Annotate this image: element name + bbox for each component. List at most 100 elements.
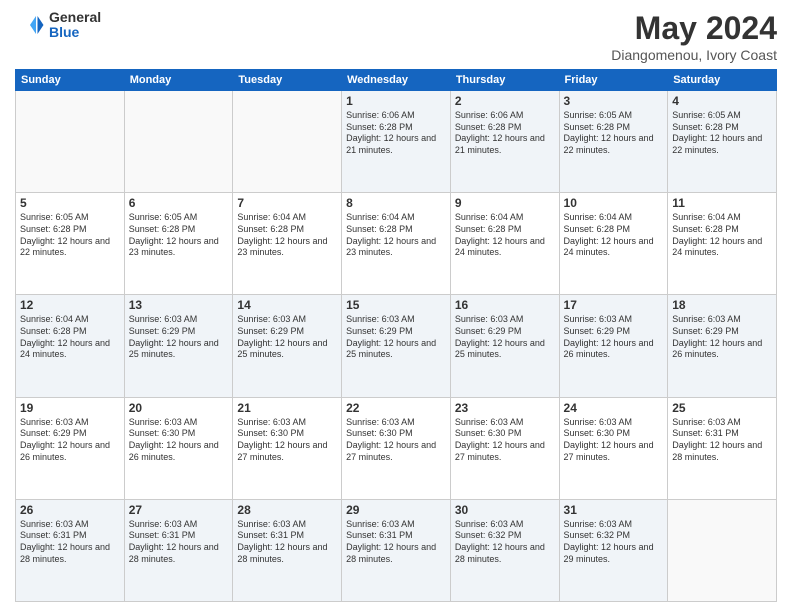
table-row: 26Sunrise: 6:03 AM Sunset: 6:31 PM Dayli… — [16, 499, 125, 601]
table-row: 14 Sunrise: 6:03 AM Sunset: 6:29 PM Dayli… — [233, 295, 342, 397]
day-info: Sunrise: 6:04 AM Sunset: 6:28 PM Dayligh… — [20, 314, 120, 361]
day-number: 1 — [346, 94, 446, 108]
table-row — [124, 91, 233, 193]
day-info: Sunrise: 6:05 AM Sunset: 6:28 PM Dayligh… — [129, 212, 229, 259]
day-info: Sunrise: 6:03 AM Sunset: 6:29 PM Dayligh… — [129, 314, 229, 361]
logo-text: General Blue — [49, 10, 101, 41]
calendar-week-row: 19 Sunrise: 6:03 AM Sunset: 6:29 PM Dayli… — [16, 397, 777, 499]
table-row: 20 Sunrise: 6:03 AM Sunset: 6:30 PM Dayli… — [124, 397, 233, 499]
table-row: 23 Sunrise: 6:03 AM Sunset: 6:30 PM Dayli… — [450, 397, 559, 499]
day-info: Sunrise: 6:03 AM Sunset: 6:30 PM Dayligh… — [129, 417, 229, 464]
table-row — [233, 91, 342, 193]
table-row: 18 Sunrise: 6:03 AM Sunset: 6:29 PM Dayli… — [668, 295, 777, 397]
day-number: 15 — [346, 298, 446, 312]
table-row: 25 Sunrise: 6:03 AM Sunset: 6:31 PM Dayli… — [668, 397, 777, 499]
table-row: 7 Sunrise: 6:04 AM Sunset: 6:28 PM Daylig… — [233, 193, 342, 295]
day-number: 19 — [20, 401, 120, 415]
table-row: 15 Sunrise: 6:03 AM Sunset: 6:29 PM Dayli… — [342, 295, 451, 397]
calendar-week-row: 12 Sunrise: 6:04 AM Sunset: 6:28 PM Dayli… — [16, 295, 777, 397]
day-info: Sunrise: 6:03 AM Sunset: 6:29 PM Dayligh… — [237, 314, 337, 361]
day-number: 11 — [672, 196, 772, 210]
table-row: 29 Sunrise: 6:03 AM Sunset: 6:31 PM Dayli… — [342, 499, 451, 601]
day-info: Sunrise: 6:03 AM Sunset: 6:30 PM Dayligh… — [346, 417, 446, 464]
day-info: Sunrise: 6:03 AM Sunset: 6:30 PM Dayligh… — [455, 417, 555, 464]
logo-general: General — [49, 10, 101, 25]
table-row: 6 Sunrise: 6:05 AM Sunset: 6:28 PM Daylig… — [124, 193, 233, 295]
title-block: May 2024 Diangomenou, Ivory Coast — [611, 10, 777, 63]
table-row: 3Sunrise: 6:05 AM Sunset: 6:28 PM Daylig… — [559, 91, 668, 193]
day-number: 25 — [672, 401, 772, 415]
table-row: 21Sunrise: 6:03 AM Sunset: 6:30 PM Dayli… — [233, 397, 342, 499]
day-number: 8 — [346, 196, 446, 210]
col-wednesday: Wednesday — [342, 70, 451, 91]
day-number: 20 — [129, 401, 229, 415]
day-number: 4 — [672, 94, 772, 108]
day-info: Sunrise: 6:03 AM Sunset: 6:29 PM Dayligh… — [672, 314, 772, 361]
calendar-header-row: Sunday Monday Tuesday Wednesday Thursday… — [16, 70, 777, 91]
table-row: 4Sunrise: 6:05 AM Sunset: 6:28 PM Daylig… — [668, 91, 777, 193]
calendar-week-row: 1 Sunrise: 6:06 AM Sunset: 6:28 PM Daylig… — [16, 91, 777, 193]
table-row: 2 Sunrise: 6:06 AM Sunset: 6:28 PM Daylig… — [450, 91, 559, 193]
day-number: 22 — [346, 401, 446, 415]
day-info: Sunrise: 6:03 AM Sunset: 6:29 PM Dayligh… — [346, 314, 446, 361]
table-row: 16 Sunrise: 6:03 AM Sunset: 6:29 PM Dayli… — [450, 295, 559, 397]
table-row: 13Sunrise: 6:03 AM Sunset: 6:29 PM Dayli… — [124, 295, 233, 397]
calendar-week-row: 26Sunrise: 6:03 AM Sunset: 6:31 PM Dayli… — [16, 499, 777, 601]
col-sunday: Sunday — [16, 70, 125, 91]
table-row: 31 Sunrise: 6:03 AM Sunset: 6:32 PM Dayli… — [559, 499, 668, 601]
day-number: 21 — [237, 401, 337, 415]
col-saturday: Saturday — [668, 70, 777, 91]
day-number: 2 — [455, 94, 555, 108]
day-number: 31 — [564, 503, 664, 517]
day-info: Sunrise: 6:03 AM Sunset: 6:31 PM Dayligh… — [672, 417, 772, 464]
table-row: 10Sunrise: 6:04 AM Sunset: 6:28 PM Dayli… — [559, 193, 668, 295]
table-row: 9 Sunrise: 6:04 AM Sunset: 6:28 PM Daylig… — [450, 193, 559, 295]
day-info: Sunrise: 6:03 AM Sunset: 6:30 PM Dayligh… — [564, 417, 664, 464]
table-row: 12 Sunrise: 6:04 AM Sunset: 6:28 PM Dayli… — [16, 295, 125, 397]
day-number: 7 — [237, 196, 337, 210]
day-number: 28 — [237, 503, 337, 517]
day-info: Sunrise: 6:03 AM Sunset: 6:29 PM Dayligh… — [455, 314, 555, 361]
table-row: 24Sunrise: 6:03 AM Sunset: 6:30 PM Dayli… — [559, 397, 668, 499]
day-info: Sunrise: 6:03 AM Sunset: 6:29 PM Dayligh… — [20, 417, 120, 464]
col-monday: Monday — [124, 70, 233, 91]
day-number: 30 — [455, 503, 555, 517]
day-info: Sunrise: 6:03 AM Sunset: 6:32 PM Dayligh… — [564, 519, 664, 566]
logo: General Blue — [15, 10, 101, 41]
calendar: Sunday Monday Tuesday Wednesday Thursday… — [15, 69, 777, 602]
day-info: Sunrise: 6:06 AM Sunset: 6:28 PM Dayligh… — [455, 110, 555, 157]
table-row: 28 Sunrise: 6:03 AM Sunset: 6:31 PM Dayli… — [233, 499, 342, 601]
day-info: Sunrise: 6:05 AM Sunset: 6:28 PM Dayligh… — [20, 212, 120, 259]
day-number: 12 — [20, 298, 120, 312]
day-number: 16 — [455, 298, 555, 312]
day-number: 3 — [564, 94, 664, 108]
table-row: 30 Sunrise: 6:03 AM Sunset: 6:32 PM Dayli… — [450, 499, 559, 601]
day-info: Sunrise: 6:04 AM Sunset: 6:28 PM Dayligh… — [346, 212, 446, 259]
day-info: Sunrise: 6:03 AM Sunset: 6:31 PM Dayligh… — [237, 519, 337, 566]
day-info: Sunrise: 6:03 AM Sunset: 6:32 PM Dayligh… — [455, 519, 555, 566]
table-row: 19 Sunrise: 6:03 AM Sunset: 6:29 PM Dayli… — [16, 397, 125, 499]
day-info: Sunrise: 6:04 AM Sunset: 6:28 PM Dayligh… — [455, 212, 555, 259]
header: General Blue May 2024 Diangomenou, Ivory… — [15, 10, 777, 63]
day-info: Sunrise: 6:03 AM Sunset: 6:29 PM Dayligh… — [564, 314, 664, 361]
day-number: 6 — [129, 196, 229, 210]
table-row: 22 Sunrise: 6:03 AM Sunset: 6:30 PM Dayli… — [342, 397, 451, 499]
day-number: 9 — [455, 196, 555, 210]
day-info: Sunrise: 6:03 AM Sunset: 6:31 PM Dayligh… — [129, 519, 229, 566]
day-info: Sunrise: 6:03 AM Sunset: 6:31 PM Dayligh… — [346, 519, 446, 566]
col-tuesday: Tuesday — [233, 70, 342, 91]
table-row: 1Sunrise: 6:06 AM Sunset: 6:28 PM Daylig… — [342, 91, 451, 193]
day-number: 18 — [672, 298, 772, 312]
page: General Blue May 2024 Diangomenou, Ivory… — [0, 0, 792, 612]
day-number: 10 — [564, 196, 664, 210]
day-number: 29 — [346, 503, 446, 517]
day-number: 5 — [20, 196, 120, 210]
day-info: Sunrise: 6:04 AM Sunset: 6:28 PM Dayligh… — [237, 212, 337, 259]
col-thursday: Thursday — [450, 70, 559, 91]
day-number: 23 — [455, 401, 555, 415]
day-number: 14 — [237, 298, 337, 312]
table-row: 17Sunrise: 6:03 AM Sunset: 6:29 PM Dayli… — [559, 295, 668, 397]
day-info: Sunrise: 6:04 AM Sunset: 6:28 PM Dayligh… — [672, 212, 772, 259]
table-row: 27Sunrise: 6:03 AM Sunset: 6:31 PM Dayli… — [124, 499, 233, 601]
table-row — [668, 499, 777, 601]
